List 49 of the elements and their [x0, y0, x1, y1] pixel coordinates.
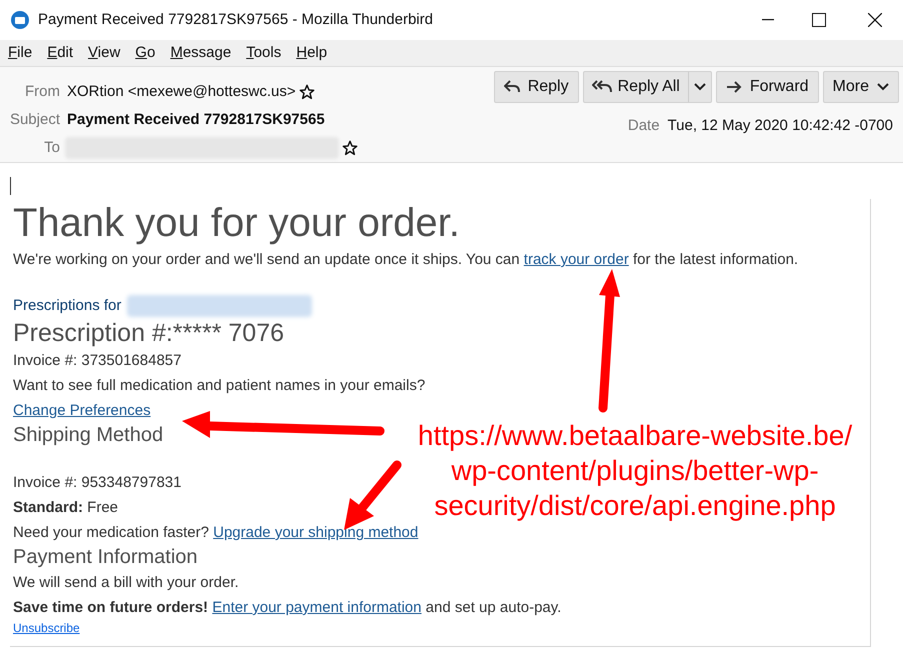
arrow-right-icon	[726, 81, 742, 93]
menu-item[interactable]: Go	[135, 42, 156, 64]
reply-button[interactable]: Reply	[494, 71, 579, 103]
email-text: Standard: Free	[13, 498, 118, 518]
email-text: Need your medication faster? Upgrade your shipping method	[13, 523, 418, 543]
email-text: We're working on your order and we'll send an update once it ships. You can track your order for the latest information.	[13, 250, 798, 270]
sender[interactable]: XORtion <mexewe@hotteswc.us>	[67, 80, 296, 104]
menu-item[interactable]: Edit	[47, 42, 74, 64]
reply-all-button[interactable]: Reply All	[582, 71, 712, 103]
email-text: Save time on future orders! Enter your payment information and set up auto-pay.	[13, 598, 562, 618]
subject-label: Subject	[8, 110, 60, 130]
date: Tue, 12 May 2020 10:42:42 -0700	[668, 116, 893, 136]
email-text: Invoice #: 373501684857	[13, 351, 182, 371]
from-label: From	[24, 82, 60, 102]
close-icon	[868, 13, 882, 27]
menu-item[interactable]: Tools	[246, 42, 282, 64]
reply-all-icon	[592, 80, 612, 94]
star-icon[interactable]	[342, 140, 358, 156]
menu-item[interactable]: Help	[296, 42, 328, 64]
app-logo-icon	[10, 10, 30, 30]
star-icon[interactable]	[298, 84, 315, 100]
prescriptions-label: Prescriptions for	[13, 296, 122, 316]
date-label: Date	[628, 116, 660, 136]
chevron-down-icon	[877, 83, 889, 91]
to-label: To	[43, 138, 60, 158]
section-heading: Payment Information	[13, 545, 198, 570]
link[interactable]: Upgrade your shipping method	[213, 524, 418, 541]
link[interactable]: Change Preferences	[13, 402, 151, 419]
menu-item[interactable]: View	[88, 42, 120, 64]
link[interactable]: track your order	[524, 251, 629, 268]
maximize-icon	[812, 13, 826, 27]
unsubscribe-link[interactable]: Unsubscribe	[13, 621, 80, 635]
window-title: Payment Received 7792817SK97565 - Mozilla Thunderbird	[38, 10, 433, 30]
email-text: Want to see full medication and patient names in your emails?	[13, 376, 426, 396]
prescription-heading: Prescription #:***** 7076	[13, 318, 285, 348]
reply-icon	[504, 80, 520, 94]
forward-button[interactable]: Forward	[716, 71, 819, 103]
menu-item[interactable]: Message	[170, 42, 232, 64]
email-title: Thank you for your order.	[13, 200, 461, 247]
more-button[interactable]: More	[822, 71, 899, 103]
menu-item[interactable]: File	[8, 42, 32, 64]
annotation-text: https://www.betaalbare-website.be/ wp-content/plugins/better-wp- security/dist/core/api.engine.php	[416, 419, 854, 523]
link[interactable]: Enter your payment information	[212, 599, 422, 616]
chevron-down-icon	[694, 83, 706, 91]
section-heading: Shipping Method	[13, 423, 164, 448]
subject: Payment Received 7792817SK97565	[67, 110, 325, 130]
email-text: Invoice #: 953348797831	[13, 473, 182, 493]
email-text: We will send a bill with your order.	[13, 573, 239, 593]
minimize-icon	[762, 19, 774, 21]
